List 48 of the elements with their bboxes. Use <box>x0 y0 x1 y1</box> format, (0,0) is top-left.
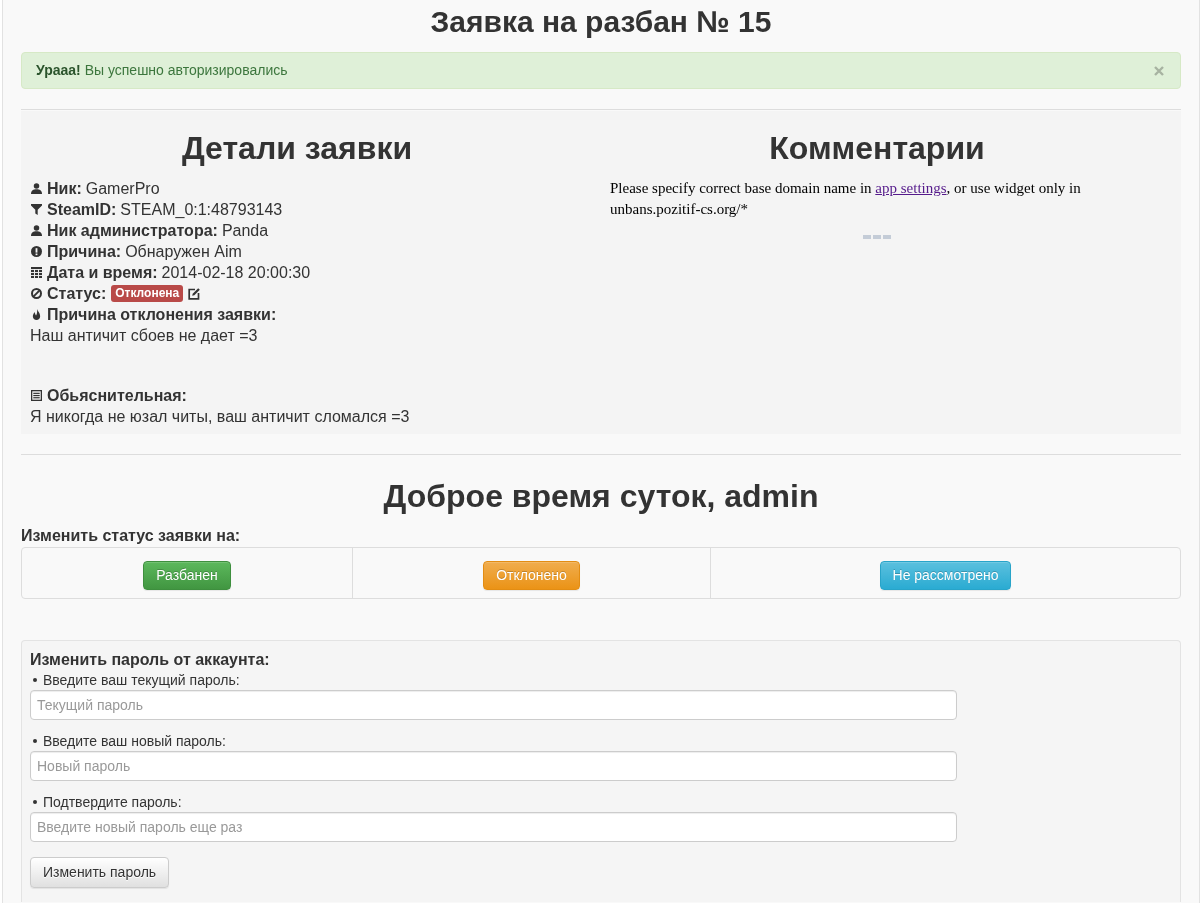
user-icon <box>31 183 42 194</box>
bullet-icon <box>33 739 37 743</box>
greeting-title: Доброе время суток, admin <box>382 477 820 515</box>
password-field[interactable]: Введите новый пароль еще раз <box>30 812 957 842</box>
password-field[interactable]: Новый пароль <box>30 751 957 781</box>
field-label: Ник: <box>47 179 82 199</box>
calendar-icon <box>31 267 42 278</box>
field-label: Причина отклонения заявки: <box>47 305 277 325</box>
field-label: Подтвердите пароль: <box>43 793 182 812</box>
field-value: Я никогда не юзал читы, ваш античит сломался =3 <box>30 408 410 425</box>
field-value: Обнаружен Aim <box>125 242 242 262</box>
bullet-icon <box>33 678 37 682</box>
flame-icon <box>31 309 42 320</box>
widget-notice: Please specify correct base domain name in app settings, or use widget only in unbans.pozitif-cs.org/* <box>609 179 1082 219</box>
panel-title: Изменить пароль от аккаунта: <box>30 650 271 670</box>
status-button[interactable]: Не рассмотрено <box>879 561 1012 590</box>
field-value: STEAM_0:1:48793143 <box>120 200 283 220</box>
status-button[interactable]: Отклонено <box>483 561 580 590</box>
alert-message: Урааа! Вы успешно авторизировались <box>36 62 288 79</box>
field-value: Panda <box>221 221 269 241</box>
password-field[interactable]: Текущий пароль <box>30 690 957 720</box>
close-icon <box>1154 65 1164 76</box>
field-label: SteamID: <box>47 200 117 220</box>
field-label: Статус: <box>47 284 107 304</box>
field-label: Причина: <box>47 242 122 262</box>
status-badge: Отклонена <box>111 285 184 302</box>
form-label: Изменить статус заявки на: <box>21 526 242 546</box>
status-button[interactable]: Разбанен <box>143 561 231 590</box>
field-label: Дата и время: <box>47 263 158 283</box>
ban-icon <box>31 288 42 299</box>
settings-link[interactable]: app settings <box>875 180 947 196</box>
field-label: Введите ваш новый пароль: <box>43 732 226 751</box>
section-title: Комментарии <box>768 129 986 167</box>
bullet-icon <box>33 800 37 804</box>
page-title: Заявка на разбан № 15 <box>429 4 773 40</box>
exclamation-icon <box>31 246 42 257</box>
document-icon <box>31 390 42 401</box>
field-value: GamerPro <box>85 179 160 199</box>
field-label: Введите ваш текущий пароль: <box>43 671 240 690</box>
field-label: Обьяснительная: <box>47 386 187 406</box>
change-password-button[interactable]: Изменить пароль <box>30 857 170 888</box>
filter-icon <box>31 204 42 215</box>
edit-icon[interactable] <box>188 287 201 300</box>
field-value: Наш античит сбоев не дает =3 <box>30 327 258 344</box>
user-icon <box>31 225 42 236</box>
section-title: Детали заявки <box>180 129 414 167</box>
field-value: 2014-02-18 20:00:30 <box>161 263 311 283</box>
field-label: Ник администратора: <box>47 221 218 241</box>
